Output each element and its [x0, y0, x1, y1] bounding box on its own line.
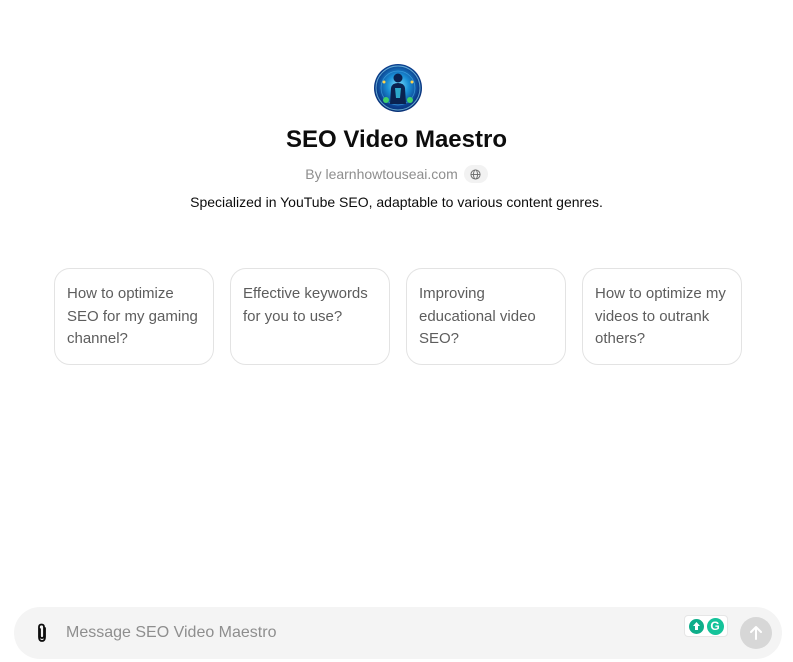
gpt-author: By learnhowtouseai.com: [305, 166, 458, 182]
author-website-button[interactable]: [463, 165, 488, 183]
gpt-landing-page: SEO Video Maestro By learnhowtouseai.com…: [0, 0, 793, 662]
attach-file-button[interactable]: [30, 621, 54, 645]
gpt-author-row: By learnhowtouseai.com: [0, 165, 793, 183]
prompt-suggestion-card[interactable]: Effective keywords for you to use?: [230, 268, 390, 365]
grammarly-icon[interactable]: G: [706, 617, 724, 635]
arrow-up-small-icon: [692, 622, 700, 630]
message-composer: G: [14, 607, 782, 659]
browser-extension-icons: G: [684, 615, 728, 637]
gpt-title: SEO Video Maestro: [286, 126, 507, 153]
message-input[interactable]: [66, 621, 666, 645]
robot-figure-avatar-icon: [375, 65, 421, 111]
paperclip-icon: [38, 623, 46, 642]
prompt-suggestion-card[interactable]: Improving educational video SEO?: [406, 268, 566, 365]
prompt-suggestion-card[interactable]: How to optimize my videos to outrank oth…: [582, 268, 742, 365]
prompt-suggestion-text: How to optimize SEO for my gaming channe…: [67, 285, 198, 347]
prompt-suggestion-text: Improving educational video SEO?: [419, 285, 536, 347]
gpt-avatar: [374, 64, 422, 112]
upload-extension-icon[interactable]: [688, 618, 704, 634]
gpt-description: Specialized in YouTube SEO, adaptable to…: [190, 194, 603, 210]
arrow-up-icon: [750, 626, 762, 640]
prompt-suggestion-card[interactable]: How to optimize SEO for my gaming channe…: [54, 268, 214, 365]
globe-icon: [470, 168, 481, 180]
prompt-suggestion-text: How to optimize my videos to outrank oth…: [595, 285, 726, 347]
send-button[interactable]: [740, 617, 772, 649]
prompt-suggestion-text: Effective keywords for you to use?: [243, 285, 368, 325]
